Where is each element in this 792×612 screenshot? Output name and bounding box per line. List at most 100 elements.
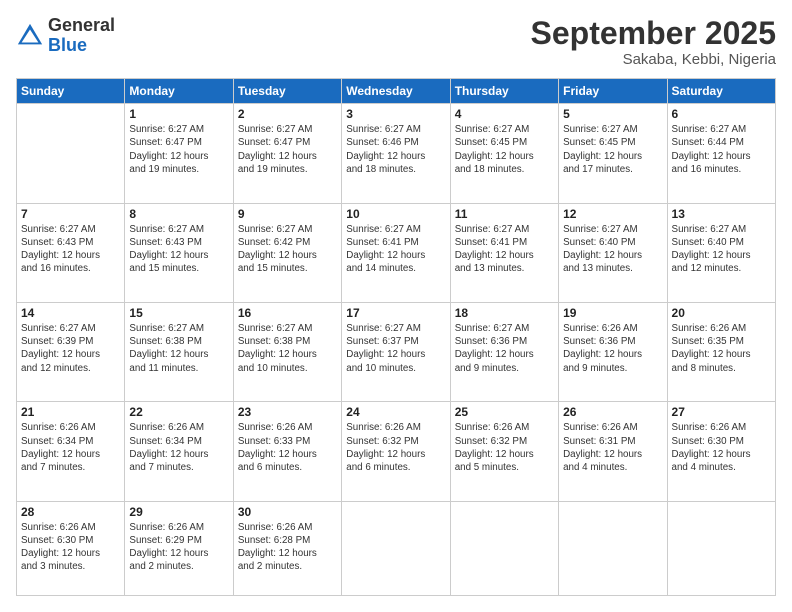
day-info: Sunrise: 6:27 AM Sunset: 6:46 PM Dayligh… [346,123,445,176]
day-number: 8 [129,207,228,221]
calendar-cell [342,501,450,595]
calendar-cell: 27Sunrise: 6:26 AM Sunset: 6:30 PM Dayli… [667,402,775,501]
day-info: Sunrise: 6:26 AM Sunset: 6:34 PM Dayligh… [21,421,120,474]
day-info: Sunrise: 6:26 AM Sunset: 6:30 PM Dayligh… [672,421,771,474]
calendar-day-header: Friday [559,79,667,104]
calendar-cell: 2 Sunrise: 6:27 AM Sunset: 6:47 PM Daylig… [233,104,341,203]
calendar-cell: 6 Sunrise: 6:27 AM Sunset: 6:44 PM Daylig… [667,104,775,203]
day-number: 23 [238,405,337,419]
calendar-cell: 9 Sunrise: 6:27 AM Sunset: 6:42 PM Daylig… [233,203,341,302]
day-number: 15 [129,306,228,320]
calendar-cell: 29 Sunrise: 6:26 AM Sunset: 6:29 PM Dayli… [125,501,233,595]
calendar-cell: 10 Sunrise: 6:27 AM Sunset: 6:41 PM Dayli… [342,203,450,302]
day-info: Sunrise: 6:27 AM Sunset: 6:47 PM Dayligh… [129,123,228,176]
day-number: 7 [21,207,120,221]
calendar-cell: 18 Sunrise: 6:27 AM Sunset: 6:36 PM Dayli… [450,302,558,401]
calendar-cell [17,104,125,203]
calendar-cell [667,501,775,595]
day-number: 5 [563,107,662,121]
day-info: Sunrise: 6:27 AM Sunset: 6:39 PM Dayligh… [21,322,120,375]
day-number: 2 [238,107,337,121]
calendar-cell: 21 Sunrise: 6:26 AM Sunset: 6:34 PM Dayli… [17,402,125,501]
calendar-cell: 28 Sunrise: 6:26 AM Sunset: 6:30 PM Dayli… [17,501,125,595]
calendar: SundayMondayTuesdayWednesdayThursdayFrid… [16,78,776,596]
calendar-cell: 22Sunrise: 6:26 AM Sunset: 6:34 PM Dayli… [125,402,233,501]
calendar-cell: 4Sunrise: 6:27 AM Sunset: 6:45 PM Daylig… [450,104,558,203]
day-info: Sunrise: 6:26 AM Sunset: 6:32 PM Dayligh… [455,421,554,474]
calendar-day-header: Saturday [667,79,775,104]
calendar-cell: 1 Sunrise: 6:27 AM Sunset: 6:47 PM Daylig… [125,104,233,203]
day-info: Sunrise: 6:27 AM Sunset: 6:40 PM Dayligh… [672,223,771,276]
day-info: Sunrise: 6:27 AM Sunset: 6:42 PM Dayligh… [238,223,337,276]
calendar-week-row: 7 Sunrise: 6:27 AM Sunset: 6:43 PM Daylig… [17,203,776,302]
day-info: Sunrise: 6:27 AM Sunset: 6:36 PM Dayligh… [455,322,554,375]
calendar-cell: 25 Sunrise: 6:26 AM Sunset: 6:32 PM Dayli… [450,402,558,501]
calendar-cell: 3 Sunrise: 6:27 AM Sunset: 6:46 PM Daylig… [342,104,450,203]
day-number: 25 [455,405,554,419]
calendar-week-row: 21 Sunrise: 6:26 AM Sunset: 6:34 PM Dayli… [17,402,776,501]
day-info: Sunrise: 6:26 AM Sunset: 6:33 PM Dayligh… [238,421,337,474]
calendar-cell [559,501,667,595]
day-number: 12 [563,207,662,221]
day-number: 28 [21,505,120,519]
day-number: 30 [238,505,337,519]
logo-general: General [48,16,115,36]
day-number: 9 [238,207,337,221]
title-block: September 2025 Sakaba, Kebbi, Nigeria [531,16,776,68]
day-number: 24 [346,405,445,419]
calendar-cell: 20Sunrise: 6:26 AM Sunset: 6:35 PM Dayli… [667,302,775,401]
day-info: Sunrise: 6:27 AM Sunset: 6:45 PM Dayligh… [455,123,554,176]
day-number: 3 [346,107,445,121]
calendar-cell: 13 Sunrise: 6:27 AM Sunset: 6:40 PM Dayli… [667,203,775,302]
day-info: Sunrise: 6:27 AM Sunset: 6:38 PM Dayligh… [238,322,337,375]
calendar-cell: 19Sunrise: 6:26 AM Sunset: 6:36 PM Dayli… [559,302,667,401]
calendar-cell: 8Sunrise: 6:27 AM Sunset: 6:43 PM Daylig… [125,203,233,302]
calendar-week-row: 1 Sunrise: 6:27 AM Sunset: 6:47 PM Daylig… [17,104,776,203]
day-info: Sunrise: 6:27 AM Sunset: 6:45 PM Dayligh… [563,123,662,176]
day-info: Sunrise: 6:26 AM Sunset: 6:30 PM Dayligh… [21,521,120,574]
day-number: 14 [21,306,120,320]
day-info: Sunrise: 6:27 AM Sunset: 6:47 PM Dayligh… [238,123,337,176]
day-number: 26 [563,405,662,419]
location: Sakaba, Kebbi, Nigeria [531,51,776,68]
calendar-header-row: SundayMondayTuesdayWednesdayThursdayFrid… [17,79,776,104]
day-info: Sunrise: 6:27 AM Sunset: 6:37 PM Dayligh… [346,322,445,375]
day-number: 16 [238,306,337,320]
day-number: 13 [672,207,771,221]
logo-text: General Blue [48,16,115,56]
day-info: Sunrise: 6:26 AM Sunset: 6:28 PM Dayligh… [238,521,337,574]
page: General Blue September 2025 Sakaba, Kebb… [0,0,792,612]
calendar-cell: 26 Sunrise: 6:26 AM Sunset: 6:31 PM Dayli… [559,402,667,501]
day-number: 19 [563,306,662,320]
logo: General Blue [16,16,115,56]
day-info: Sunrise: 6:26 AM Sunset: 6:29 PM Dayligh… [129,521,228,574]
calendar-cell: 11Sunrise: 6:27 AM Sunset: 6:41 PM Dayli… [450,203,558,302]
calendar-cell: 14 Sunrise: 6:27 AM Sunset: 6:39 PM Dayli… [17,302,125,401]
day-number: 20 [672,306,771,320]
day-info: Sunrise: 6:26 AM Sunset: 6:31 PM Dayligh… [563,421,662,474]
calendar-cell: 23 Sunrise: 6:26 AM Sunset: 6:33 PM Dayli… [233,402,341,501]
day-number: 11 [455,207,554,221]
calendar-cell: 15 Sunrise: 6:27 AM Sunset: 6:38 PM Dayli… [125,302,233,401]
calendar-cell: 24Sunrise: 6:26 AM Sunset: 6:32 PM Dayli… [342,402,450,501]
calendar-day-header: Sunday [17,79,125,104]
day-number: 29 [129,505,228,519]
calendar-cell [450,501,558,595]
calendar-cell: 12 Sunrise: 6:27 AM Sunset: 6:40 PM Dayli… [559,203,667,302]
calendar-cell: 7 Sunrise: 6:27 AM Sunset: 6:43 PM Daylig… [17,203,125,302]
day-number: 18 [455,306,554,320]
day-info: Sunrise: 6:27 AM Sunset: 6:40 PM Dayligh… [563,223,662,276]
calendar-day-header: Monday [125,79,233,104]
day-info: Sunrise: 6:27 AM Sunset: 6:41 PM Dayligh… [346,223,445,276]
day-number: 10 [346,207,445,221]
day-info: Sunrise: 6:27 AM Sunset: 6:43 PM Dayligh… [21,223,120,276]
day-number: 1 [129,107,228,121]
day-number: 21 [21,405,120,419]
header: General Blue September 2025 Sakaba, Kebb… [16,16,776,68]
day-info: Sunrise: 6:27 AM Sunset: 6:44 PM Dayligh… [672,123,771,176]
calendar-week-row: 28 Sunrise: 6:26 AM Sunset: 6:30 PM Dayli… [17,501,776,595]
day-number: 6 [672,107,771,121]
logo-icon [16,22,44,50]
day-info: Sunrise: 6:27 AM Sunset: 6:38 PM Dayligh… [129,322,228,375]
calendar-week-row: 14 Sunrise: 6:27 AM Sunset: 6:39 PM Dayli… [17,302,776,401]
